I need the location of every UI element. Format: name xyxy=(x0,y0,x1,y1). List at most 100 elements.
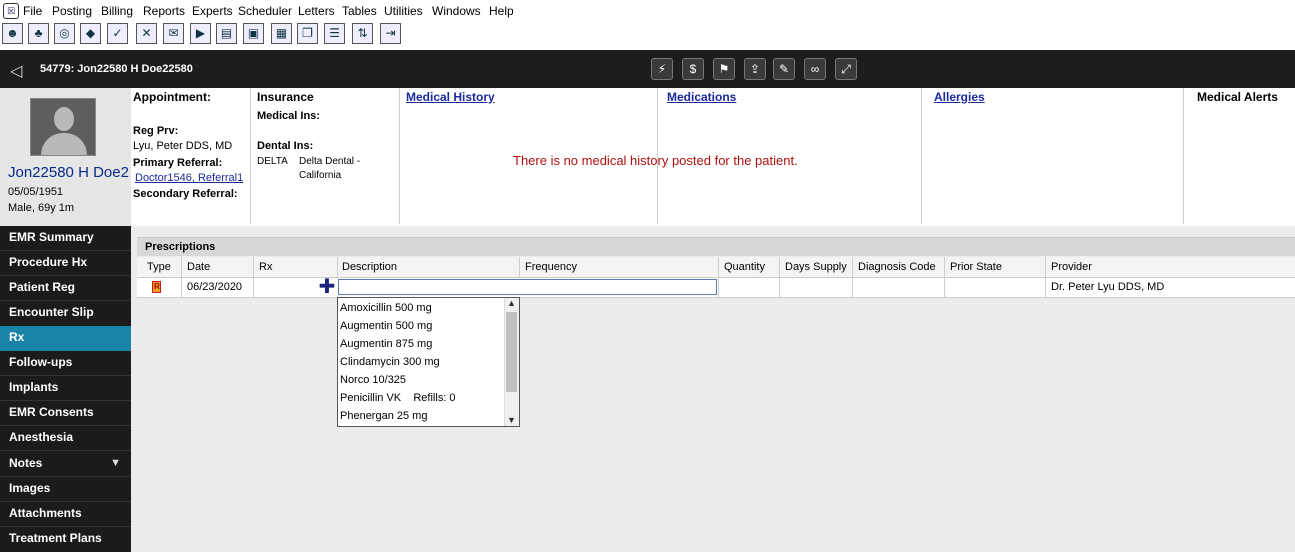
checklist-icon[interactable]: ✓ xyxy=(107,23,128,44)
windows-icon[interactable]: ❐ xyxy=(297,23,318,44)
menu-letters[interactable]: Letters xyxy=(298,4,335,18)
patient-name[interactable]: Jon22580 H Doe2 xyxy=(8,164,129,181)
nav-follow-ups[interactable]: Follow-ups xyxy=(0,351,131,376)
menu-tables[interactable]: Tables xyxy=(342,4,377,18)
menu-utilities[interactable]: Utilities xyxy=(384,4,423,18)
list-item[interactable]: Augmentin 500 mg xyxy=(340,320,432,332)
table-row[interactable]: R 06/23/2020 ✚ Dr. Peter Lyu DDS, MD xyxy=(137,277,1295,298)
nav-implants[interactable]: Implants xyxy=(0,376,131,401)
dropdown-scrollbar[interactable]: ▲ ▼ xyxy=(504,298,519,426)
menu-file[interactable]: File xyxy=(23,4,42,18)
add-rx-button[interactable]: ✚ xyxy=(316,277,338,297)
rx-dropdown-list[interactable]: Amoxicillin 500 mg Augmentin 500 mg Augm… xyxy=(337,297,520,427)
link-icon[interactable]: ∞ xyxy=(804,58,826,80)
row-separator xyxy=(253,278,254,297)
flag-icon[interactable]: ⚑ xyxy=(713,58,735,80)
col-separator xyxy=(1045,257,1046,277)
nav-images[interactable]: Images xyxy=(0,477,131,502)
row-separator xyxy=(718,278,719,297)
menu-experts[interactable]: Experts xyxy=(192,4,233,18)
list-item[interactable]: Amoxicillin 500 mg xyxy=(340,302,432,314)
letter-icon[interactable]: ✉ xyxy=(163,23,184,44)
list-item[interactable]: Phenergan 25 mg xyxy=(340,410,427,422)
menu-windows[interactable]: Windows xyxy=(432,4,481,18)
nav-treatment-plans[interactable]: Treatment Plans xyxy=(0,527,131,552)
list-item[interactable]: Penicillin VK Refills: 0 xyxy=(340,392,456,404)
menu-posting[interactable]: Posting xyxy=(52,4,92,18)
nav-emr-summary[interactable]: EMR Summary xyxy=(0,226,131,251)
nav-encounter-slip[interactable]: Encounter Slip xyxy=(0,301,131,326)
family-icon[interactable]: ♣ xyxy=(28,23,49,44)
insurance-icon[interactable]: ▶ xyxy=(190,23,211,44)
col-days-supply[interactable]: Days Supply xyxy=(785,261,847,273)
dental-ins-label: Dental Ins: xyxy=(257,140,314,152)
patient-header-bar: ◁ 54779: Jon22580 H Doe22580 ⚡ $ ⚑ ⇪ ✎ ∞… xyxy=(0,50,1295,88)
app-logo-icon: ◁ xyxy=(10,63,23,80)
col-frequency[interactable]: Frequency xyxy=(525,261,577,273)
nav-notes[interactable]: Notes ▼ xyxy=(0,452,131,477)
col-date[interactable]: Date xyxy=(187,261,210,273)
col-quantity[interactable]: Quantity xyxy=(724,261,765,273)
main-content: Prescriptions Type Date Rx Description F… xyxy=(131,226,1295,552)
nav-label: Treatment Plans xyxy=(9,531,102,545)
col-prior-state[interactable]: Prior State xyxy=(950,261,1002,273)
search-icon[interactable]: ◎ xyxy=(54,23,75,44)
patients-icon[interactable]: ☻ xyxy=(2,23,23,44)
col-diagnosis-code[interactable]: Diagnosis Code xyxy=(858,261,936,273)
menu-billing[interactable]: Billing xyxy=(101,4,133,18)
scroll-thumb[interactable] xyxy=(506,312,517,392)
menu-scheduler[interactable]: Scheduler xyxy=(238,4,292,18)
nav-label: Patient Reg xyxy=(9,280,76,294)
expand-icon[interactable]: ⤢ xyxy=(835,58,857,80)
rx-type-icon: R xyxy=(152,281,161,293)
nav-label: EMR Summary xyxy=(9,230,94,244)
row-separator xyxy=(779,278,780,297)
list-item[interactable]: Clindamycin 300 mg xyxy=(340,356,440,368)
col-description[interactable]: Description xyxy=(342,261,397,273)
description-input[interactable] xyxy=(338,279,717,295)
primary-referral-link[interactable]: Doctor1546, Referral1 xyxy=(135,172,243,184)
nav-anesthesia[interactable]: Anesthesia xyxy=(0,426,131,451)
app-icon[interactable]: ☒ xyxy=(3,3,19,19)
dental-ins-name: Delta Dental - xyxy=(299,156,361,167)
lightning-icon[interactable]: ⚡ xyxy=(651,58,673,80)
divider xyxy=(250,88,251,224)
image-icon[interactable]: ▣ xyxy=(243,23,264,44)
chevron-down-icon[interactable]: ▼ xyxy=(110,452,121,474)
menu-reports[interactable]: Reports xyxy=(143,4,185,18)
nav-emr-consents[interactable]: EMR Consents xyxy=(0,401,131,426)
col-provider[interactable]: Provider xyxy=(1051,261,1092,273)
signature-icon[interactable]: ✎ xyxy=(773,58,795,80)
ledger-icon[interactable]: ◆ xyxy=(80,23,101,44)
medications-link[interactable]: Medications xyxy=(667,90,736,104)
nav-patient-reg[interactable]: Patient Reg xyxy=(0,276,131,301)
left-nav: EMR Summary Procedure Hx Patient Reg Enc… xyxy=(0,226,131,552)
nav-separator xyxy=(0,450,131,451)
nav-label: Follow-ups xyxy=(9,355,73,369)
allergies-link[interactable]: Allergies xyxy=(934,90,985,104)
nav-rx[interactable]: Rx xyxy=(0,326,131,351)
row-date[interactable]: 06/23/2020 xyxy=(187,281,242,293)
row-provider[interactable]: Dr. Peter Lyu DDS, MD xyxy=(1051,281,1164,293)
scroll-down-icon[interactable]: ▼ xyxy=(507,415,516,425)
nav-attachments[interactable]: Attachments xyxy=(0,502,131,527)
col-type[interactable]: Type xyxy=(147,261,171,273)
nav-procedure-hx[interactable]: Procedure Hx xyxy=(0,251,131,276)
dollar-icon[interactable]: $ xyxy=(682,58,704,80)
notes-icon[interactable]: ▤ xyxy=(216,23,237,44)
col-separator xyxy=(852,257,853,277)
scroll-up-icon[interactable]: ▲ xyxy=(507,298,516,308)
export-icon[interactable]: ⇪ xyxy=(744,58,766,80)
list-item[interactable]: Norco 10/325 xyxy=(340,374,406,386)
exit-icon[interactable]: ⇥ xyxy=(380,23,401,44)
list-item[interactable]: Augmentin 875 mg xyxy=(340,338,432,350)
transfer-icon[interactable]: ⇅ xyxy=(352,23,373,44)
list-icon[interactable]: ☰ xyxy=(324,23,345,44)
menu-help[interactable]: Help xyxy=(489,4,514,18)
medical-history-link[interactable]: Medical History xyxy=(406,90,495,104)
treatment-icon[interactable]: ✕ xyxy=(136,23,157,44)
nav-label: Anesthesia xyxy=(9,430,74,444)
col-separator xyxy=(944,257,945,277)
schedule-icon[interactable]: ▦ xyxy=(271,23,292,44)
col-rx[interactable]: Rx xyxy=(259,261,272,273)
